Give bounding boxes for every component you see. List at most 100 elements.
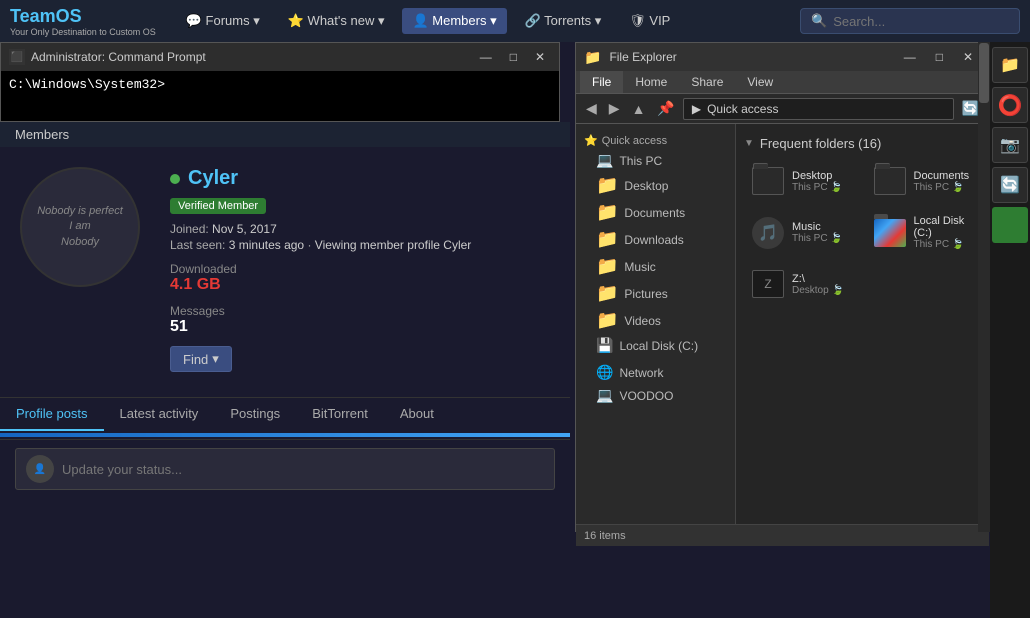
dark-folder-icon [752, 167, 784, 195]
nav-quick-access-header: ⭐ Quick access [576, 130, 735, 149]
strip-icon-folder[interactable]: 📁 [992, 47, 1028, 83]
icon-strip: 📁 ⭕ 📷 🔄 [990, 42, 1030, 618]
folder-item-music[interactable]: 🎵 Music This PC 🍃 [744, 209, 860, 256]
post-input-area: 👤 Update your status... [15, 448, 555, 490]
fe-pin-btn[interactable]: 📌 [653, 98, 678, 119]
folder-info-desktop: Desktop This PC 🍃 [792, 170, 843, 193]
fe-up-btn[interactable]: ▲ [628, 99, 650, 119]
strip-icon-camera[interactable]: 📷 [992, 127, 1028, 163]
nav-members[interactable]: 👤 Members ▾ [402, 8, 506, 34]
this-pc-label: This PC [619, 154, 662, 168]
folder-item-local-disk[interactable]: Local Disk (C:) This PC 🍃 [866, 209, 982, 256]
desktop-label: Desktop [624, 179, 668, 193]
post-area: 👤 Update your status... [0, 439, 570, 498]
pc-icon: 💻 [596, 152, 613, 169]
header: TeamOS Your Only Destination to Custom O… [0, 0, 1030, 42]
folder-sub-local-disk: This PC 🍃 [914, 239, 974, 250]
post-placeholder[interactable]: Update your status... [62, 462, 182, 477]
strip-icon-green [992, 207, 1028, 243]
nav-voodoo[interactable]: 💻 VOODOO [576, 384, 735, 407]
messages-label: Messages [170, 304, 550, 318]
fe-address-path[interactable]: ▶ Quick access [683, 98, 954, 120]
folder-sub-desktop: This PC 🍃 [792, 182, 843, 193]
fe-path-text: Quick access [707, 102, 778, 116]
cmd-body: C:\Windows\System32> [1, 71, 559, 121]
folder-name-music: Music [792, 221, 843, 233]
fe-minimize[interactable]: — [896, 48, 924, 66]
strip-icon-circle[interactable]: ⭕ [992, 87, 1028, 123]
dark-folder2-icon [874, 167, 906, 195]
folder-item-documents[interactable]: Documents This PC 🍃 [866, 159, 982, 203]
folder-name-local-disk: Local Disk (C:) [914, 215, 974, 239]
fe-scrollbar-thumb[interactable] [979, 43, 989, 103]
tab-latest-activity[interactable]: Latest activity [104, 398, 215, 431]
downloads-label: Downloads [624, 233, 683, 247]
fe-maximize[interactable]: □ [928, 48, 951, 66]
logo: TeamOS Your Only Destination to Custom O… [10, 6, 156, 37]
nav-network[interactable]: 🌐 Network [576, 361, 735, 384]
folder-sub-z: Desktop 🍃 [792, 285, 844, 296]
main-area: ⬛ Administrator: Command Prompt — □ ✕ C:… [0, 42, 1030, 576]
fe-addressbar: ◀ ▶ ▲ 📌 ▶ Quick access 🔄 [576, 94, 989, 124]
downloaded-label: Downloaded [170, 262, 550, 276]
cmd-minimize[interactable]: — [474, 48, 498, 66]
search-input[interactable] [833, 14, 1009, 29]
nav-vip[interactable]: 🛡 VIP [619, 8, 680, 34]
cmd-title: Administrator: Command Prompt [31, 50, 468, 64]
fe-ribbon: File Home Share View [576, 71, 989, 94]
ribbon-tab-share[interactable]: Share [679, 71, 735, 93]
username: Cyler [188, 167, 238, 190]
videos-label: Videos [624, 314, 660, 328]
strip-icon-refresh[interactable]: 🔄 [992, 167, 1028, 203]
nav-documents[interactable]: 📁 Documents [576, 199, 735, 226]
tab-about[interactable]: About [384, 398, 450, 431]
mini-avatar: 👤 [26, 455, 54, 483]
profile-content: Nobody is perfectI amNobody Cyler Verifi… [0, 147, 570, 392]
nav-forums[interactable]: 💬 Forums ▾ [176, 8, 270, 34]
tab-bittorrent[interactable]: BitTorrent [296, 398, 384, 431]
nav-torrents[interactable]: 🔗 Torrents ▾ [515, 8, 612, 34]
folder-item-z[interactable]: Z Z:\ Desktop 🍃 [744, 262, 860, 306]
fe-back-btn[interactable]: ◀ [582, 98, 601, 119]
ribbon-tab-home[interactable]: Home [623, 71, 679, 93]
documents-label: Documents [624, 206, 685, 220]
tab-postings[interactable]: Postings [214, 398, 296, 431]
ribbon-tab-file[interactable]: File [580, 71, 623, 93]
nav-whats-new[interactable]: ⭐ What's new ▾ [278, 8, 395, 34]
music-label: Music [624, 260, 655, 274]
find-button[interactable]: Find ▾ [170, 346, 232, 372]
nav-downloads[interactable]: 📁 Downloads [576, 226, 735, 253]
cmd-window: ⬛ Administrator: Command Prompt — □ ✕ C:… [0, 42, 560, 122]
nav-local-disk[interactable]: 💾 Local Disk (C:) [576, 334, 735, 357]
nav-section-network: 🌐 Network 💻 VOODOO [576, 359, 735, 409]
fe-forward-btn[interactable]: ▶ [605, 98, 624, 119]
profile-tabs: Profile posts Latest activity Postings B… [0, 397, 570, 431]
messages-value: 51 [170, 318, 550, 336]
nav-music[interactable]: 📁 Music [576, 253, 735, 280]
folder-icon-desktop [752, 165, 784, 197]
highlight-bar [0, 433, 570, 437]
cmd-close[interactable]: ✕ [529, 48, 551, 66]
folder-info-local-disk: Local Disk (C:) This PC 🍃 [914, 215, 974, 250]
nav-pictures[interactable]: 📁 Pictures [576, 280, 735, 307]
tab-profile-posts[interactable]: Profile posts [0, 398, 104, 431]
fe-scrollbar[interactable] [978, 42, 990, 532]
folder-icon: 📁 [596, 202, 618, 223]
messages-stat: Messages 51 [170, 304, 550, 336]
cmd-maximize[interactable]: □ [504, 48, 523, 66]
status-count: 16 items [584, 530, 626, 542]
forum-bg: ⬛ Administrator: Command Prompt — □ ✕ C:… [0, 42, 570, 576]
folder-item-desktop[interactable]: Desktop This PC 🍃 [744, 159, 860, 203]
nav-videos[interactable]: 📁 Videos [576, 307, 735, 334]
folder-sub-documents: This PC 🍃 [914, 182, 970, 193]
folder-icon: 📁 [596, 283, 618, 304]
fe-icon: 📁 [584, 49, 601, 66]
avatar-area: Nobody is perfectI amNobody [20, 167, 150, 372]
nav-this-pc[interactable]: 💻 This PC [576, 149, 735, 172]
nav-desktop[interactable]: 📁 Desktop [576, 172, 735, 199]
ribbon-tab-view[interactable]: View [735, 71, 785, 93]
folder-icon: 📁 [596, 175, 618, 196]
colored-folder-icon [874, 219, 906, 247]
last-seen: Last seen: 3 minutes ago · Viewing membe… [170, 238, 550, 252]
joined-date: Joined: Nov 5, 2017 [170, 222, 550, 236]
